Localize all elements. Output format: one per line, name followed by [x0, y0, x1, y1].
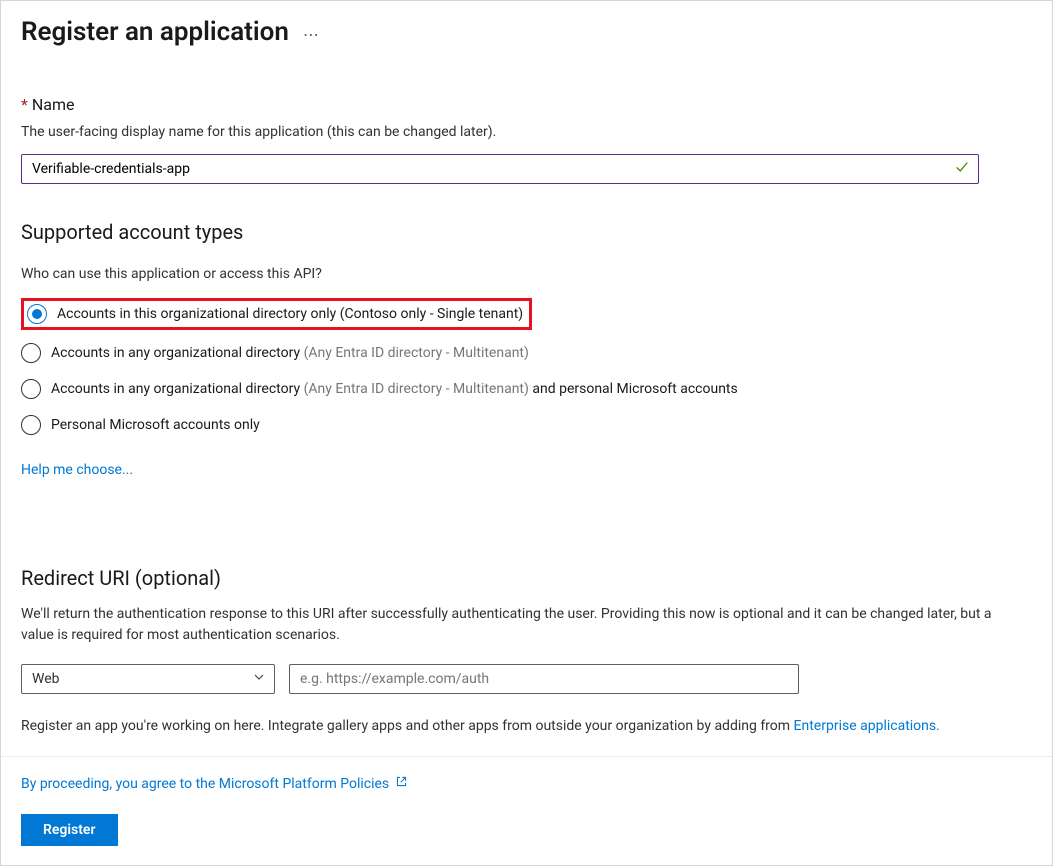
radio-option-personal-only[interactable]: Personal Microsoft accounts only	[21, 412, 1032, 438]
account-types-question: Who can use this application or access t…	[21, 266, 1032, 282]
more-icon[interactable]: ⋯	[303, 21, 320, 44]
radio-label: Accounts in any organizational directory…	[51, 345, 529, 361]
platform-select[interactable]: Web	[21, 664, 275, 694]
name-hint: The user-facing display name for this ap…	[21, 124, 1032, 140]
radio-label: Accounts in any organizational directory…	[51, 381, 738, 397]
account-types-heading: Supported account types	[21, 220, 1032, 244]
page-header: Register an application ⋯	[21, 17, 1032, 47]
name-label: Name	[32, 95, 75, 114]
radio-icon	[27, 304, 47, 324]
redirect-description: We'll return the authentication response…	[21, 604, 1021, 646]
footer-divider	[1, 756, 1052, 757]
radio-label: Accounts in this organizational director…	[57, 306, 523, 322]
register-note: Register an app you're working on here. …	[21, 718, 1032, 734]
help-me-choose-link[interactable]: Help me choose...	[21, 462, 133, 478]
radio-option-multitenant-personal[interactable]: Accounts in any organizational directory…	[21, 376, 1032, 402]
radio-icon	[21, 343, 41, 363]
account-types-section: Supported account types Who can use this…	[21, 220, 1032, 530]
name-input[interactable]	[21, 154, 979, 184]
check-icon	[955, 160, 969, 178]
account-types-radio-group: Accounts in this organizational director…	[21, 298, 1032, 438]
radio-icon	[21, 379, 41, 399]
platform-policies-link[interactable]: By proceeding, you agree to the Microsof…	[21, 775, 408, 792]
register-button[interactable]: Register	[21, 814, 118, 846]
enterprise-applications-link[interactable]: Enterprise applications.	[794, 718, 940, 734]
radio-option-single-tenant[interactable]: Accounts in this organizational director…	[21, 298, 532, 330]
radio-icon	[21, 415, 41, 435]
platform-select-value: Web	[21, 664, 275, 694]
name-field-block: *Name The user-facing display name for t…	[21, 95, 1032, 184]
redirect-heading: Redirect URI (optional)	[21, 566, 1032, 590]
redirect-uri-input[interactable]	[289, 664, 799, 694]
radio-option-multitenant[interactable]: Accounts in any organizational directory…	[21, 340, 1032, 366]
page-title: Register an application	[21, 17, 289, 47]
external-link-icon	[395, 775, 408, 792]
required-asterisk: *	[21, 95, 28, 114]
radio-label: Personal Microsoft accounts only	[51, 417, 260, 433]
redirect-section: Redirect URI (optional) We'll return the…	[21, 566, 1032, 734]
